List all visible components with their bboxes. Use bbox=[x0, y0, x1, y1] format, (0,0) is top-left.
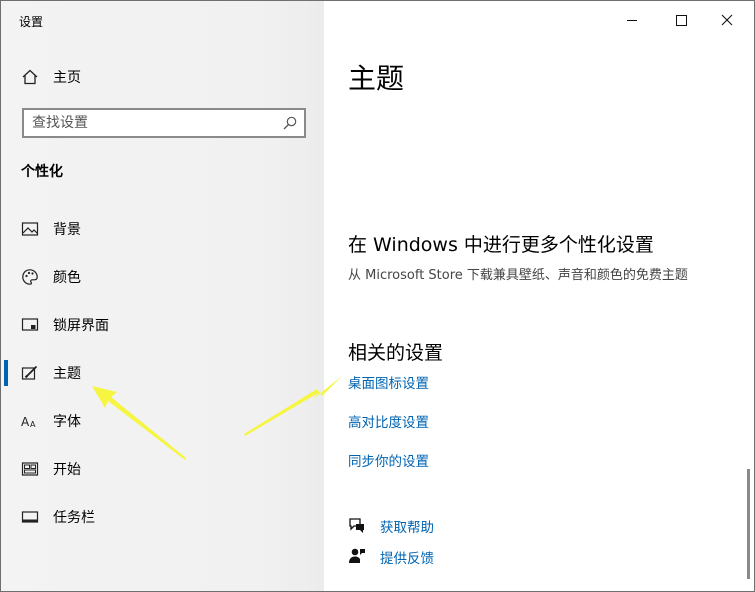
sidebar-item-label: 背景 bbox=[53, 222, 81, 238]
sidebar-item-label: 开始 bbox=[53, 462, 81, 478]
svg-text:A: A bbox=[21, 415, 30, 429]
theme-brush-icon bbox=[21, 365, 38, 380]
high-contrast-settings-link[interactable]: 高对比度设置 bbox=[348, 411, 429, 431]
scrollbar[interactable] bbox=[747, 469, 750, 579]
sidebar-item-lock-screen[interactable]: 锁屏界面 bbox=[1, 303, 324, 347]
sidebar-item-colors[interactable]: 颜色 bbox=[1, 255, 324, 299]
sidebar-item-fonts[interactable]: A A 字体 bbox=[1, 399, 324, 443]
search-icon[interactable] bbox=[282, 115, 298, 131]
sidebar-item-label: 锁屏界面 bbox=[53, 318, 109, 334]
font-icon: A A bbox=[21, 415, 36, 429]
desktop-icon-settings-link[interactable]: 桌面图标设置 bbox=[348, 372, 429, 392]
get-help-icon bbox=[349, 518, 364, 533]
close-icon bbox=[721, 14, 733, 26]
search-input[interactable] bbox=[32, 114, 272, 132]
page-title: 主题 bbox=[348, 62, 405, 95]
main-content: 主题 在 Windows 中进行更多个性化设置 从 Microsoft Stor… bbox=[324, 1, 754, 591]
sidebar-item-start[interactable]: 开始 bbox=[1, 447, 324, 491]
feedback-icon bbox=[349, 548, 365, 563]
sidebar-item-label: 主题 bbox=[53, 366, 81, 382]
sidebar-item-label: 任务栏 bbox=[53, 510, 95, 526]
section-title: 个性化 bbox=[21, 164, 63, 180]
minimize-icon bbox=[627, 20, 637, 21]
start-icon bbox=[21, 462, 39, 476]
sidebar-item-background[interactable]: 背景 bbox=[1, 207, 324, 251]
sync-settings-link[interactable]: 同步你的设置 bbox=[348, 450, 429, 470]
selection-indicator bbox=[4, 360, 8, 386]
picture-icon bbox=[21, 222, 39, 236]
sidebar: 设置 主页 个性化 背景 bbox=[1, 1, 324, 591]
app-title: 设置 bbox=[19, 15, 44, 29]
svg-text:A: A bbox=[30, 420, 36, 429]
sidebar-item-label: 字体 bbox=[53, 414, 81, 430]
maximize-button[interactable] bbox=[659, 7, 703, 35]
search-box[interactable] bbox=[22, 108, 306, 138]
lock-screen-icon bbox=[21, 318, 39, 331]
sidebar-item-themes[interactable]: 主题 bbox=[1, 351, 324, 395]
sidebar-item-home[interactable]: 主页 bbox=[1, 55, 324, 99]
close-button[interactable] bbox=[705, 7, 749, 35]
sidebar-item-taskbar[interactable]: 任务栏 bbox=[1, 495, 324, 539]
get-help-link[interactable]: 获取帮助 bbox=[380, 516, 434, 536]
clipped-text-remnant bbox=[348, 97, 603, 100]
maximize-icon bbox=[676, 15, 687, 26]
home-icon bbox=[22, 69, 38, 85]
feedback-link[interactable]: 提供反馈 bbox=[380, 547, 434, 567]
taskbar-icon bbox=[21, 511, 39, 523]
sidebar-item-label: 主页 bbox=[53, 70, 81, 86]
palette-icon bbox=[22, 269, 38, 285]
sidebar-item-label: 颜色 bbox=[53, 270, 81, 286]
minimize-button[interactable] bbox=[610, 7, 654, 35]
related-settings-heading: 相关的设置 bbox=[348, 342, 444, 364]
settings-window: 设置 主页 个性化 背景 bbox=[0, 0, 755, 592]
store-heading: 在 Windows 中进行更多个性化设置 bbox=[348, 234, 654, 256]
store-subtext: 从 Microsoft Store 下载兼具壁纸、声音和颜色的免费主题 bbox=[348, 268, 688, 283]
